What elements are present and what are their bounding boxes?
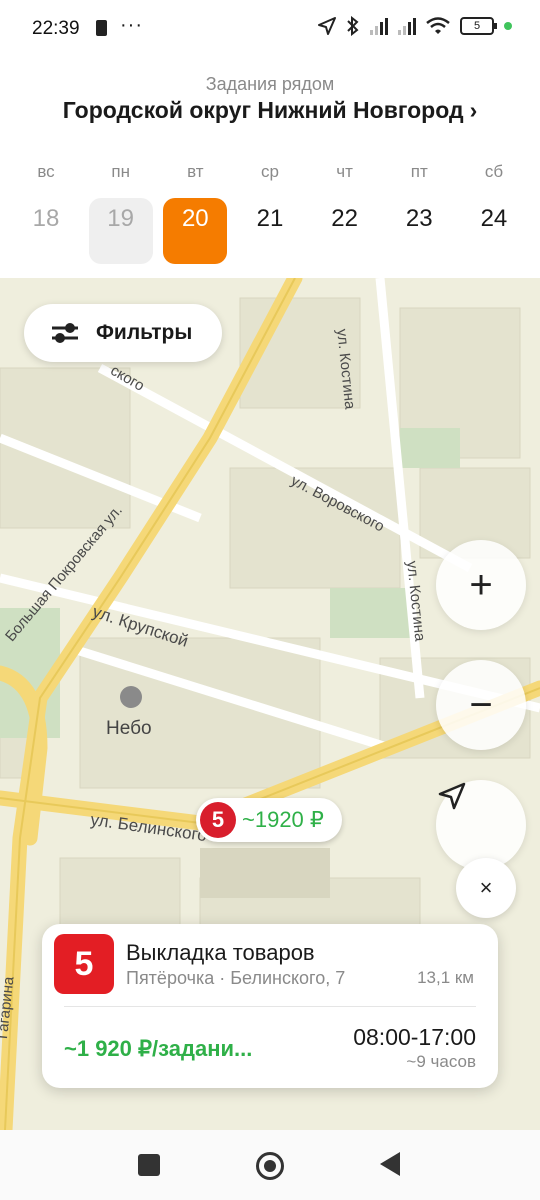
- day-name: сб: [484, 162, 504, 181]
- sim-icon: [96, 20, 107, 36]
- close-card-button[interactable]: ×: [456, 858, 516, 918]
- day-wednesday[interactable]: ср 21: [236, 160, 304, 232]
- location-icon: [318, 17, 336, 35]
- day-date: 24: [480, 205, 508, 232]
- wifi-icon: [426, 17, 450, 34]
- week-day-selector: вс 18 пн 19 вт 20 ср 21 чт 22 пт 23 сб 2…: [12, 160, 528, 270]
- filters-label: Фильтры: [96, 321, 193, 344]
- active-indicator-dot: [504, 22, 512, 30]
- day-date: 22: [331, 205, 358, 232]
- status-time: 22:39: [32, 18, 80, 39]
- day-name: вт: [187, 162, 204, 181]
- pin-price: ~1920 ₽: [242, 807, 324, 832]
- shopping-bag-icon[interactable]: [120, 686, 142, 708]
- divider: [64, 1006, 476, 1007]
- more-notifications-icon: ···: [120, 14, 143, 36]
- day-tuesday-selected[interactable]: вт 20: [161, 160, 229, 264]
- day-date: 19: [88, 198, 153, 264]
- region-selector[interactable]: Городской округ Нижний Новгород ›: [0, 97, 540, 124]
- chevron-right-icon: ›: [469, 97, 478, 123]
- battery-icon: 5: [460, 17, 497, 35]
- task-distance: 13,1 км: [417, 968, 474, 987]
- day-name: пт: [410, 162, 428, 181]
- task-map-pin[interactable]: 5 ~1920 ₽: [196, 798, 342, 842]
- day-date: 21: [256, 205, 284, 232]
- task-payment: ~1 920 ₽/задани...: [64, 1036, 253, 1061]
- task-title: Выкладка товаров: [126, 940, 315, 965]
- system-nav-bar: [0, 1130, 540, 1200]
- signal-icon-2: [398, 17, 416, 35]
- filter-sliders-icon: [52, 323, 78, 343]
- day-date: 18: [32, 205, 60, 232]
- zoom-out-button[interactable]: −: [436, 660, 526, 750]
- task-time: 08:00-17:00: [353, 1024, 476, 1050]
- navigation-arrow-icon: [438, 782, 466, 810]
- header-subtitle: Задания рядом: [205, 74, 335, 94]
- day-friday[interactable]: пт 23: [385, 160, 453, 232]
- day-name: пн: [111, 162, 130, 181]
- recent-apps-icon[interactable]: [138, 1154, 160, 1176]
- filters-button[interactable]: Фильтры: [24, 304, 222, 362]
- task-store: Пятёрочка · Белинского, 7: [126, 968, 346, 988]
- day-monday[interactable]: пн 19: [87, 160, 155, 264]
- my-location-button[interactable]: [436, 780, 526, 870]
- day-date: 23: [405, 205, 433, 232]
- pyaterochka-logo: 5: [54, 934, 114, 994]
- day-thursday[interactable]: чт 22: [311, 160, 379, 232]
- poi-label[interactable]: Небо: [106, 718, 152, 740]
- day-saturday[interactable]: сб 24: [460, 160, 528, 232]
- status-icons: 5: [318, 16, 512, 36]
- signal-icon: [370, 17, 388, 35]
- pyaterochka-logo: 5: [200, 802, 236, 838]
- day-name: чт: [336, 162, 353, 181]
- home-icon[interactable]: [256, 1152, 284, 1180]
- day-date: 20: [163, 198, 228, 264]
- task-duration: ~9 часов: [406, 1052, 476, 1071]
- task-card[interactable]: 5 Выкладка товаров Пятёрочка · Белинског…: [42, 924, 498, 1088]
- day-name: вс: [37, 162, 55, 181]
- day-sunday[interactable]: вс 18: [12, 160, 80, 232]
- region-title: Городской округ Нижний Новгород: [62, 97, 464, 123]
- back-icon[interactable]: [380, 1152, 400, 1176]
- zoom-in-button[interactable]: +: [436, 540, 526, 630]
- bluetooth-icon: [347, 16, 359, 36]
- day-name: ср: [260, 162, 279, 181]
- status-bar: 22:39 ··· 5: [0, 0, 540, 60]
